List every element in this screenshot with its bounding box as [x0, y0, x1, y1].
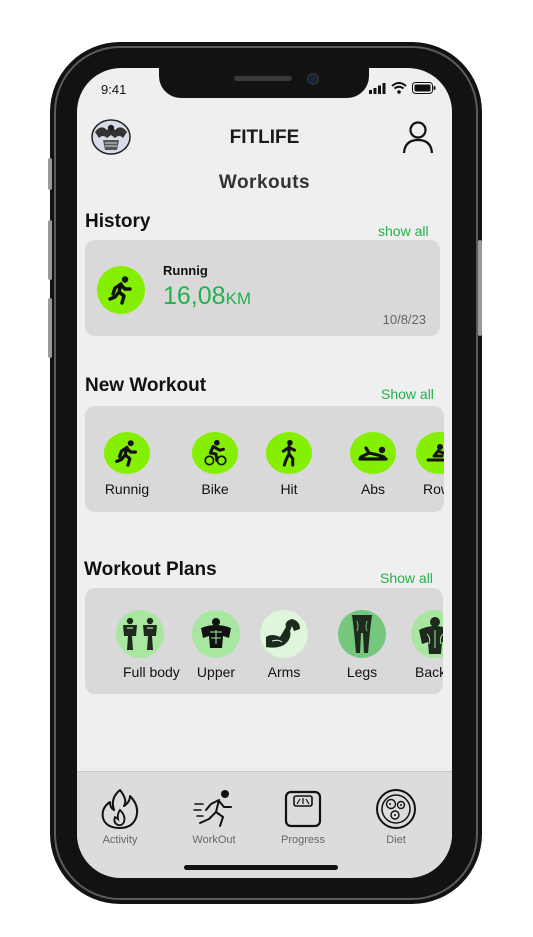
new-workout-list: Runnig Bike Hit Abs Ro	[85, 406, 444, 512]
workout-plans-list: Full body Upper Arms Legs Back	[85, 588, 443, 694]
new-workout-item-label: Hit	[280, 481, 298, 497]
food-plate-icon	[376, 789, 416, 829]
legs-icon	[338, 610, 386, 658]
rowing-icon	[416, 432, 444, 474]
bike-icon	[192, 432, 238, 474]
nav-item-label: Diet	[386, 834, 406, 846]
app-title: FITLIFE	[229, 127, 300, 148]
upper-body-icon	[192, 610, 240, 658]
flame-icon	[101, 789, 139, 829]
history-running-icon	[97, 266, 145, 314]
app-screen: 9:41 FITLIFE Workouts History show all R…	[77, 68, 452, 878]
power-button	[478, 240, 482, 336]
plan-item-label: Full body	[123, 664, 180, 680]
hit-icon	[266, 432, 312, 474]
plan-item-label: Upper	[196, 664, 236, 680]
speaker-grille	[234, 76, 292, 81]
plan-item-upper[interactable]: Upper	[192, 610, 240, 680]
nav-item-workout[interactable]: WorkOut	[174, 788, 254, 846]
running-icon	[104, 432, 150, 474]
plan-item-label: Arms	[267, 664, 301, 680]
plan-item-back[interactable]: Back	[411, 610, 443, 680]
new-workout-item-label: Runnig	[104, 481, 150, 497]
history-card[interactable]: Runnig 16,08KM 10/8/23	[85, 240, 440, 336]
new-workout-item-label: Abs	[360, 481, 386, 497]
workout-plans-show-all-link[interactable]: Show all	[380, 570, 433, 586]
home-indicator[interactable]	[184, 865, 338, 870]
nav-item-label: WorkOut	[192, 834, 236, 846]
signal-icon	[369, 82, 386, 94]
new-workout-item-rowing[interactable]: Rowing	[416, 432, 444, 497]
history-distance-unit: KM	[225, 289, 252, 308]
profile-icon[interactable]	[402, 120, 434, 154]
scale-icon	[284, 790, 322, 828]
workout-plans-title: Workout Plans	[84, 559, 217, 580]
nav-item-label: Progress	[280, 834, 326, 846]
plan-item-full-body[interactable]: Full body	[101, 610, 180, 680]
notch	[159, 68, 369, 98]
nav-item-activity[interactable]: Activity	[80, 788, 160, 846]
new-workout-item-label: Bike	[201, 481, 229, 497]
plan-item-label: Back	[415, 664, 443, 680]
plan-item-arms[interactable]: Arms	[260, 610, 308, 680]
history-show-all-link[interactable]: show all	[378, 223, 429, 239]
new-workout-item-hit[interactable]: Hit	[266, 432, 312, 497]
workout-icon	[193, 790, 232, 827]
new-workout-item-running[interactable]: Runnig	[104, 432, 150, 497]
new-workout-item-abs[interactable]: Abs	[350, 432, 396, 497]
new-workout-item-bike[interactable]: Bike	[192, 432, 238, 497]
mute-switch	[48, 158, 52, 190]
history-date: 10/8/23	[382, 312, 426, 327]
nav-item-diet[interactable]: Diet	[356, 788, 436, 846]
page-title: Workouts	[218, 172, 311, 193]
volume-down-button	[48, 298, 52, 358]
volume-up-button	[48, 220, 52, 280]
abs-icon	[350, 432, 396, 474]
wifi-icon	[391, 82, 407, 94]
back-icon	[411, 610, 443, 658]
new-workout-show-all-link[interactable]: Show all	[381, 386, 434, 402]
arms-icon	[260, 610, 308, 658]
history-activity-name: Runnig	[163, 263, 208, 278]
status-icons	[369, 82, 436, 94]
plan-item-label: Legs	[346, 664, 378, 680]
new-workout-title: New Workout	[85, 375, 207, 396]
history-distance: 16,08KM	[163, 282, 251, 311]
camera-icon	[307, 73, 319, 85]
status-time: 9:41	[101, 82, 127, 97]
battery-icon	[412, 82, 436, 94]
history-distance-value: 16,08	[163, 282, 226, 310]
plan-item-legs[interactable]: Legs	[338, 610, 386, 680]
new-workout-item-label: Rowing	[423, 481, 444, 497]
full-body-icon	[116, 610, 165, 658]
nav-item-label: Activity	[102, 834, 138, 846]
nav-item-progress[interactable]: Progress	[263, 788, 343, 846]
bottom-nav: Activity WorkOut Progress Diet	[77, 771, 452, 878]
history-title: History	[85, 211, 151, 232]
